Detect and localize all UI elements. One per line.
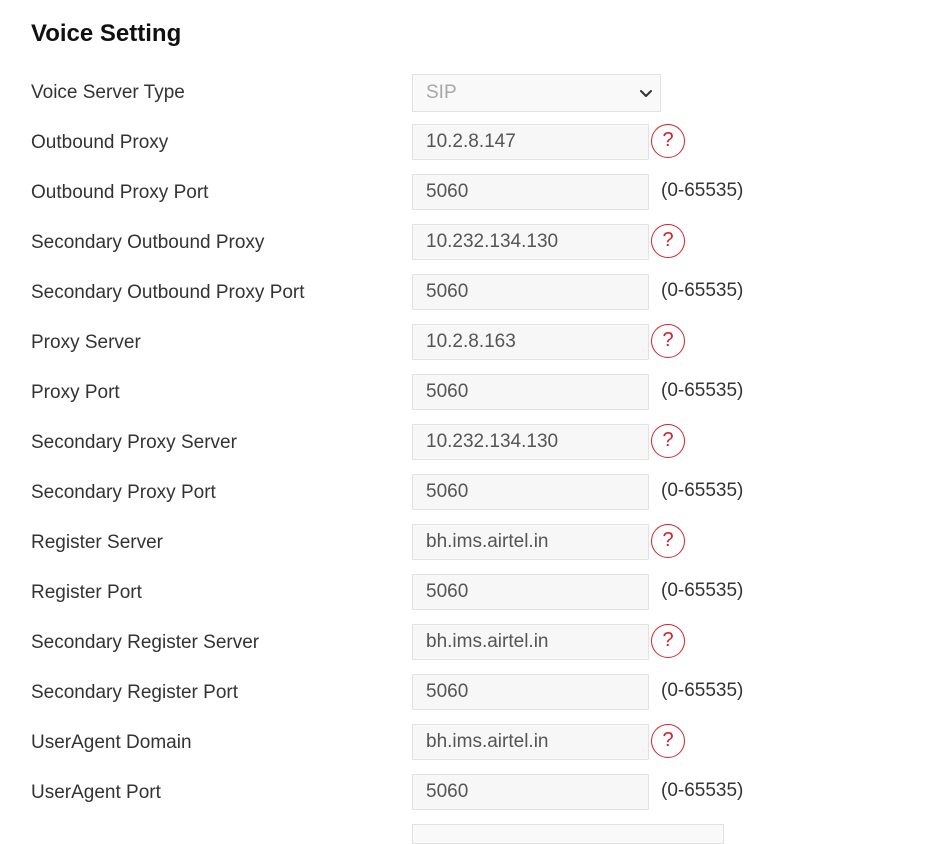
proxy-server-label: Proxy Server bbox=[31, 332, 141, 353]
form-row-secondary-outbound-proxy: Secondary Outbound Proxy? bbox=[0, 224, 927, 274]
secondary-outbound-proxy-port-range-hint: (0-65535) bbox=[661, 280, 744, 301]
useragent-domain-input[interactable] bbox=[412, 724, 649, 760]
secondary-outbound-proxy-port-label: Secondary Outbound Proxy Port bbox=[31, 282, 305, 303]
register-server-input[interactable] bbox=[412, 524, 649, 560]
voice-server-type-select[interactable]: SIP bbox=[412, 74, 661, 112]
register-port-input[interactable] bbox=[412, 574, 649, 610]
form-row-useragent-domain: UserAgent Domain? bbox=[0, 724, 927, 774]
register-port-label: Register Port bbox=[31, 582, 142, 603]
next-field-partial bbox=[412, 824, 724, 844]
outbound-proxy-port-range-hint: (0-65535) bbox=[661, 180, 744, 201]
question-circle-icon[interactable]: ? bbox=[651, 324, 685, 358]
question-circle-icon[interactable]: ? bbox=[651, 724, 685, 758]
question-circle-icon[interactable]: ? bbox=[651, 224, 685, 258]
secondary-outbound-proxy-label: Secondary Outbound Proxy bbox=[31, 232, 265, 253]
useragent-port-input[interactable] bbox=[412, 774, 649, 810]
secondary-proxy-port-label: Secondary Proxy Port bbox=[31, 482, 216, 503]
form-row-outbound-proxy-port: Outbound Proxy Port (0-65535) bbox=[0, 174, 927, 224]
outbound-proxy-input[interactable] bbox=[412, 124, 649, 160]
register-port-range-hint: (0-65535) bbox=[661, 580, 744, 601]
voice-server-type-value: SIP bbox=[426, 82, 457, 103]
secondary-register-server-label: Secondary Register Server bbox=[31, 632, 260, 653]
useragent-port-range-hint: (0-65535) bbox=[661, 780, 744, 801]
form-row-secondary-register-server: Secondary Register Server? bbox=[0, 624, 927, 674]
form-row-secondary-proxy-server: Secondary Proxy Server? bbox=[0, 424, 927, 474]
secondary-proxy-port-range-hint: (0-65535) bbox=[661, 480, 744, 501]
outbound-proxy-port-input[interactable] bbox=[412, 174, 649, 210]
useragent-domain-label: UserAgent Domain bbox=[31, 732, 192, 753]
proxy-server-input[interactable] bbox=[412, 324, 649, 360]
form-row-proxy-server: Proxy Server? bbox=[0, 324, 927, 374]
question-circle-icon[interactable]: ? bbox=[651, 624, 685, 658]
chevron-down-icon bbox=[640, 90, 652, 97]
secondary-proxy-server-input[interactable] bbox=[412, 424, 649, 460]
voice-setting-form: Voice Server Type SIP Outbound Proxy?Out… bbox=[0, 74, 927, 824]
form-row-useragent-port: UserAgent Port (0-65535) bbox=[0, 774, 927, 824]
register-server-label: Register Server bbox=[31, 532, 163, 553]
proxy-port-label: Proxy Port bbox=[31, 382, 120, 403]
proxy-port-range-hint: (0-65535) bbox=[661, 380, 744, 401]
outbound-proxy-label: Outbound Proxy bbox=[31, 132, 169, 153]
question-circle-icon[interactable]: ? bbox=[651, 524, 685, 558]
proxy-port-input[interactable] bbox=[412, 374, 649, 410]
useragent-port-label: UserAgent Port bbox=[31, 782, 161, 803]
form-row-register-port: Register Port (0-65535) bbox=[0, 574, 927, 624]
secondary-proxy-server-label: Secondary Proxy Server bbox=[31, 432, 237, 453]
form-row-proxy-port: Proxy Port (0-65535) bbox=[0, 374, 927, 424]
secondary-register-server-input[interactable] bbox=[412, 624, 649, 660]
secondary-register-port-label: Secondary Register Port bbox=[31, 682, 238, 703]
form-row-outbound-proxy: Outbound Proxy? bbox=[0, 124, 927, 174]
form-row-secondary-register-port: Secondary Register Port (0-65535) bbox=[0, 674, 927, 724]
secondary-proxy-port-input[interactable] bbox=[412, 474, 649, 510]
form-row-voice-server-type: Voice Server Type SIP bbox=[0, 74, 927, 124]
secondary-register-port-range-hint: (0-65535) bbox=[661, 680, 744, 701]
voice-server-type-label: Voice Server Type bbox=[31, 82, 185, 103]
question-circle-icon[interactable]: ? bbox=[651, 424, 685, 458]
outbound-proxy-port-label: Outbound Proxy Port bbox=[31, 182, 209, 203]
question-circle-icon[interactable]: ? bbox=[651, 124, 685, 158]
secondary-register-port-input[interactable] bbox=[412, 674, 649, 710]
page-title: Voice Setting bbox=[31, 20, 182, 47]
form-row-register-server: Register Server? bbox=[0, 524, 927, 574]
secondary-outbound-proxy-input[interactable] bbox=[412, 224, 649, 260]
secondary-outbound-proxy-port-input[interactable] bbox=[412, 274, 649, 310]
form-row-secondary-outbound-proxy-port: Secondary Outbound Proxy Port (0-65535) bbox=[0, 274, 927, 324]
form-row-secondary-proxy-port: Secondary Proxy Port (0-65535) bbox=[0, 474, 927, 524]
